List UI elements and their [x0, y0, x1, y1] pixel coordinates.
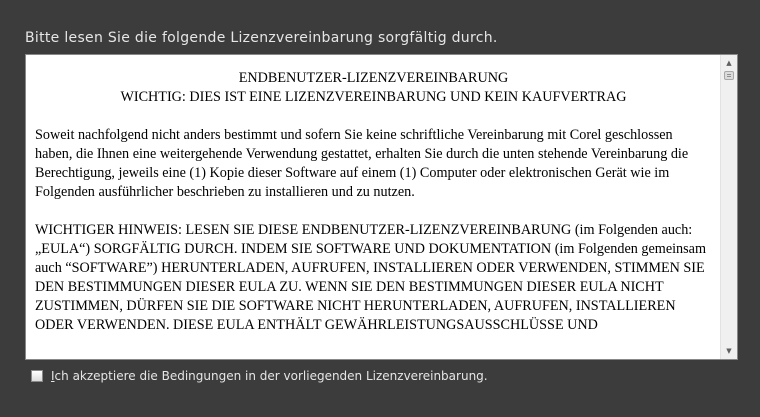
license-text-content: ENDBENUTZER-LIZENZVEREINBARUNG WICHTIG: …: [26, 55, 720, 359]
accept-label-text: ch akzeptiere die Bedingungen in der vor…: [54, 369, 488, 383]
license-paragraph-2: WICHTIGER HINWEIS: LESEN SIE DIESE ENDBE…: [35, 222, 707, 333]
license-subtitle: WICHTIG: DIES IST EINE LIZENZVEREINBARUN…: [120, 89, 627, 105]
vertical-scrollbar[interactable]: ▲ ▼: [720, 55, 737, 359]
license-paragraph-1: Soweit nachfolgend nicht anders bestimmt…: [35, 127, 689, 200]
scroll-thumb[interactable]: [724, 71, 734, 80]
accept-license-row[interactable]: Ich akzeptiere die Bedingungen in der vo…: [31, 369, 488, 383]
scroll-down-arrow-icon[interactable]: ▼: [721, 345, 737, 357]
scroll-up-arrow-icon[interactable]: ▲: [721, 57, 737, 69]
accept-license-label[interactable]: Ich akzeptiere die Bedingungen in der vo…: [51, 369, 488, 383]
accept-license-checkbox[interactable]: [31, 370, 43, 382]
license-text-box[interactable]: ENDBENUTZER-LIZENZVEREINBARUNG WICHTIG: …: [25, 54, 738, 360]
license-title: ENDBENUTZER-LIZENZVEREINBARUNG: [238, 70, 509, 86]
instruction-heading: Bitte lesen Sie die folgende Lizenzverei…: [25, 30, 498, 46]
